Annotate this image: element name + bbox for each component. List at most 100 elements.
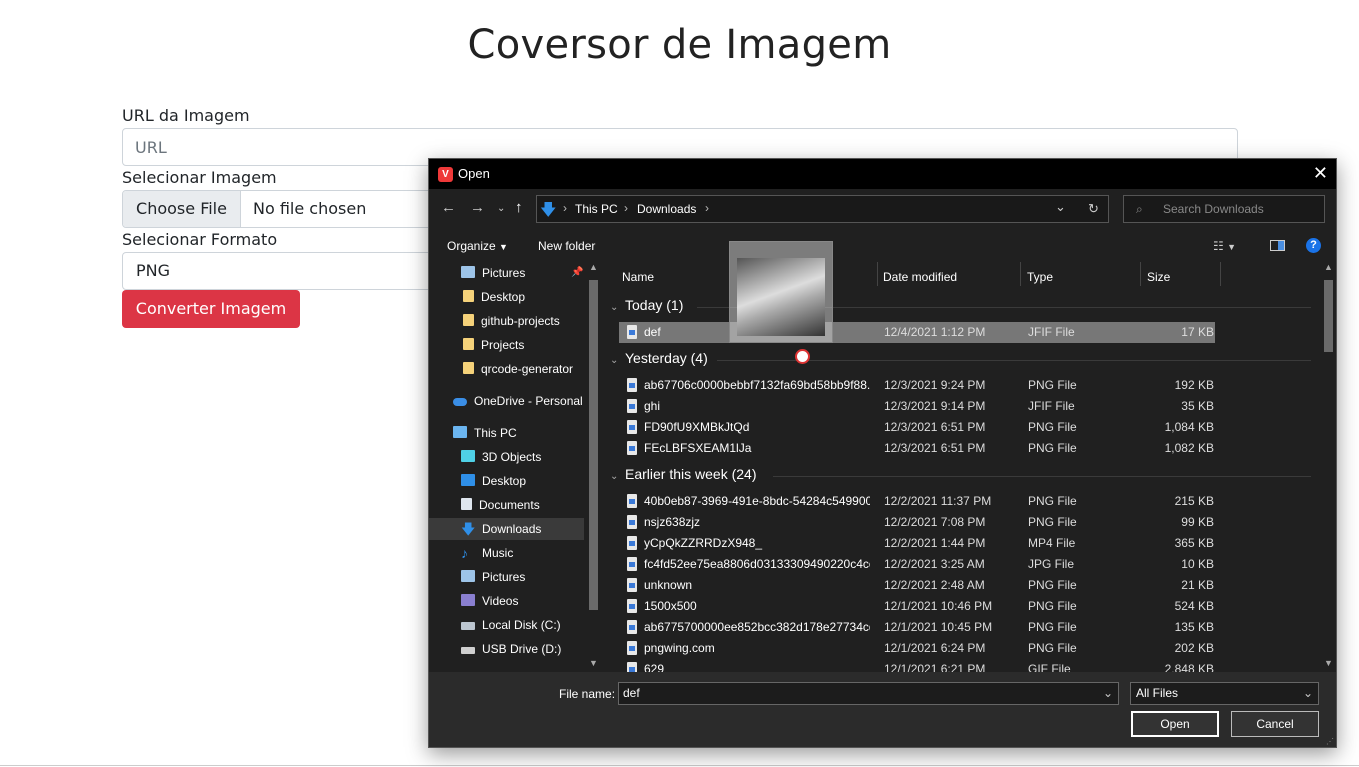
file-row[interactable]: yCpQkZZRRDzX948_ 12/2/2021 1:44 PM MP4 F… — [619, 533, 1215, 554]
scroll-up-arrow-icon[interactable]: ▲ — [589, 262, 598, 272]
preview-pane-icon[interactable] — [1270, 240, 1285, 251]
select-image-label: Selecionar Imagem — [122, 168, 277, 187]
nav-item-desktop-folder[interactable]: Desktop — [463, 286, 525, 308]
page-bottom-divider — [0, 765, 1359, 766]
recent-locations-chevron-icon[interactable]: ⌄ — [497, 203, 505, 214]
nav-item-documents[interactable]: Documents — [461, 494, 540, 516]
open-button[interactable]: Open — [1131, 711, 1219, 737]
nav-item-projects[interactable]: Projects — [463, 334, 524, 356]
no-file-text: No file chosen — [253, 199, 367, 218]
chevron-down-icon[interactable]: ⌄ — [1103, 683, 1113, 704]
breadcrumb-downloads[interactable]: Downloads — [637, 202, 696, 216]
search-icon: ⌕ — [1136, 202, 1143, 216]
search-box[interactable]: ⌕ Search Downloads — [1123, 195, 1325, 223]
navigation-scrollbar[interactable]: ▲ ▼ — [586, 262, 601, 672]
file-list-scrollbar[interactable]: ▲ ▼ — [1321, 262, 1336, 672]
nav-item-downloads[interactable]: 🡇 Downloads — [429, 518, 584, 540]
up-arrow-icon[interactable]: ↑ — [515, 199, 523, 216]
scroll-down-arrow-icon[interactable]: ▼ — [589, 658, 598, 668]
usb-drive-icon — [461, 647, 475, 654]
column-header-size[interactable]: Size — [1147, 270, 1170, 284]
organize-menu[interactable]: Organize ▼ — [447, 239, 508, 253]
help-icon[interactable]: ? — [1306, 238, 1321, 253]
file-row[interactable]: def 12/4/2021 1:12 PM JFIF File 17 KB — [619, 322, 1215, 343]
forward-arrow-icon[interactable]: → — [470, 199, 485, 216]
group-divider — [773, 476, 1311, 477]
file-row[interactable]: ghi 12/3/2021 9:14 PM JFIF File 35 KB — [619, 396, 1215, 417]
view-options-icon[interactable]: ☷ ▼ — [1213, 239, 1236, 253]
select-format-label: Selecionar Formato — [122, 230, 278, 249]
dialog-title: Open — [458, 166, 490, 181]
file-row[interactable]: 40b0eb87-3969-491e-8bdc-54284c549900 12/… — [619, 491, 1215, 512]
file-row[interactable]: fc4fd52ee75ea8806d03133309490220c4cc... … — [619, 554, 1215, 575]
file-row[interactable]: 629 12/1/2021 6:21 PM GIF File 2,848 KB — [619, 659, 1215, 672]
file-icon — [627, 515, 637, 529]
downloads-location-icon: 🡇 — [540, 202, 557, 219]
nav-item-desktop[interactable]: Desktop — [461, 470, 526, 492]
refresh-icon[interactable]: ↻ — [1088, 201, 1099, 217]
close-icon[interactable]: ✕ — [1313, 163, 1328, 184]
chevron-down-icon: ▼ — [499, 242, 508, 252]
file-row[interactable]: nsjz638zjz 12/2/2021 7:08 PM PNG File 99… — [619, 512, 1215, 533]
convert-image-button[interactable]: Converter Imagem — [122, 290, 300, 328]
nav-item-music[interactable]: ♪ Music — [461, 542, 513, 564]
nav-item-github-projects[interactable]: github-projects — [463, 310, 560, 332]
music-icon: ♪ — [461, 545, 468, 561]
nav-item-pictures-2[interactable]: Pictures — [461, 566, 525, 588]
file-row[interactable]: FEcLBFSXEAM1lJa 12/3/2021 6:51 PM PNG Fi… — [619, 438, 1215, 459]
file-icon — [627, 620, 637, 634]
column-header-type[interactable]: Type — [1027, 270, 1053, 284]
file-row[interactable]: 1500x500 12/1/2021 10:46 PM PNG File 524… — [619, 596, 1215, 617]
scroll-up-arrow-icon[interactable]: ▲ — [1324, 262, 1333, 272]
nav-item-local-disk[interactable]: Local Disk (C:) — [461, 614, 561, 636]
nav-item-this-pc[interactable]: This PC — [453, 422, 517, 444]
file-icon — [627, 494, 637, 508]
file-row[interactable]: ab6775700000ee852bcc382d178e27734cd... 1… — [619, 617, 1215, 638]
group-header-today[interactable]: Today (1) — [625, 297, 683, 313]
open-file-dialog: V Open ✕ ← → ⌄ ↑ 🡇 › This PC › Downloads… — [428, 158, 1337, 748]
new-folder-button[interactable]: New folder — [538, 239, 595, 253]
no-drop-cursor-icon — [795, 349, 810, 364]
cancel-button[interactable]: Cancel — [1231, 711, 1319, 737]
nav-item-videos[interactable]: Videos — [461, 590, 518, 612]
column-header-name[interactable]: Name — [622, 270, 654, 284]
group-header-earlier-this-week[interactable]: Earlier this week (24) — [625, 466, 757, 482]
resize-grip-icon[interactable]: ⋰ — [1326, 737, 1334, 746]
desktop-icon — [461, 474, 475, 486]
group-chevron-icon[interactable]: ⌄ — [610, 355, 618, 366]
nav-item-onedrive[interactable]: OneDrive - Personal — [453, 390, 583, 412]
folder-icon — [463, 290, 474, 302]
file-row[interactable]: pngwing.com 12/1/2021 6:24 PM PNG File 2… — [619, 638, 1215, 659]
file-row[interactable]: FD90fU9XMBkJtQd 12/3/2021 6:51 PM PNG Fi… — [619, 417, 1215, 438]
address-bar[interactable]: 🡇 › This PC › Downloads › ⌄ ↻ — [536, 195, 1109, 223]
group-chevron-icon[interactable]: ⌄ — [610, 471, 618, 482]
file-type-select[interactable]: All Files ⌄ — [1130, 682, 1319, 705]
dialog-footer: File name: def ⌄ All Files ⌄ Open Cancel… — [429, 672, 1336, 747]
page-title: Coversor de Imagem — [467, 22, 892, 68]
group-header-yesterday[interactable]: Yesterday (4) — [625, 350, 708, 366]
file-name-input[interactable]: def ⌄ — [618, 682, 1119, 705]
file-icon — [627, 578, 637, 592]
group-chevron-icon[interactable]: ⌄ — [610, 302, 618, 313]
pin-icon: 📌 — [571, 267, 584, 278]
navigation-scrollbar-thumb[interactable] — [589, 280, 598, 610]
nav-item-qrcode-generator[interactable]: qrcode-generator — [463, 358, 573, 380]
file-row[interactable]: unknown 12/2/2021 2:48 AM PNG File 21 KB — [619, 575, 1215, 596]
nav-item-3d-objects[interactable]: 3D Objects — [461, 446, 541, 468]
scroll-down-arrow-icon[interactable]: ▼ — [1324, 658, 1333, 668]
choose-file-button[interactable]: Choose File — [123, 191, 241, 227]
address-dropdown-chevron-icon[interactable]: ⌄ — [1055, 199, 1066, 215]
file-row[interactable]: ab67706c0000bebbf7132fa69bd58bb9f88... 1… — [619, 375, 1215, 396]
nav-item-usb-drive[interactable]: USB Drive (D:) — [461, 638, 561, 660]
pictures-icon — [461, 570, 475, 582]
back-arrow-icon[interactable]: ← — [441, 199, 456, 216]
file-icon — [627, 399, 637, 413]
vivaldi-logo-icon: V — [438, 167, 453, 182]
nav-item-pictures[interactable]: Pictures 📌 — [461, 262, 583, 284]
column-divider — [1140, 262, 1141, 286]
breadcrumb-this-pc[interactable]: This PC — [575, 202, 618, 216]
downloads-icon: 🡇 — [461, 521, 476, 537]
file-icon — [627, 441, 637, 455]
column-header-date[interactable]: Date modified — [883, 270, 957, 284]
file-list-scrollbar-thumb[interactable] — [1324, 280, 1333, 352]
